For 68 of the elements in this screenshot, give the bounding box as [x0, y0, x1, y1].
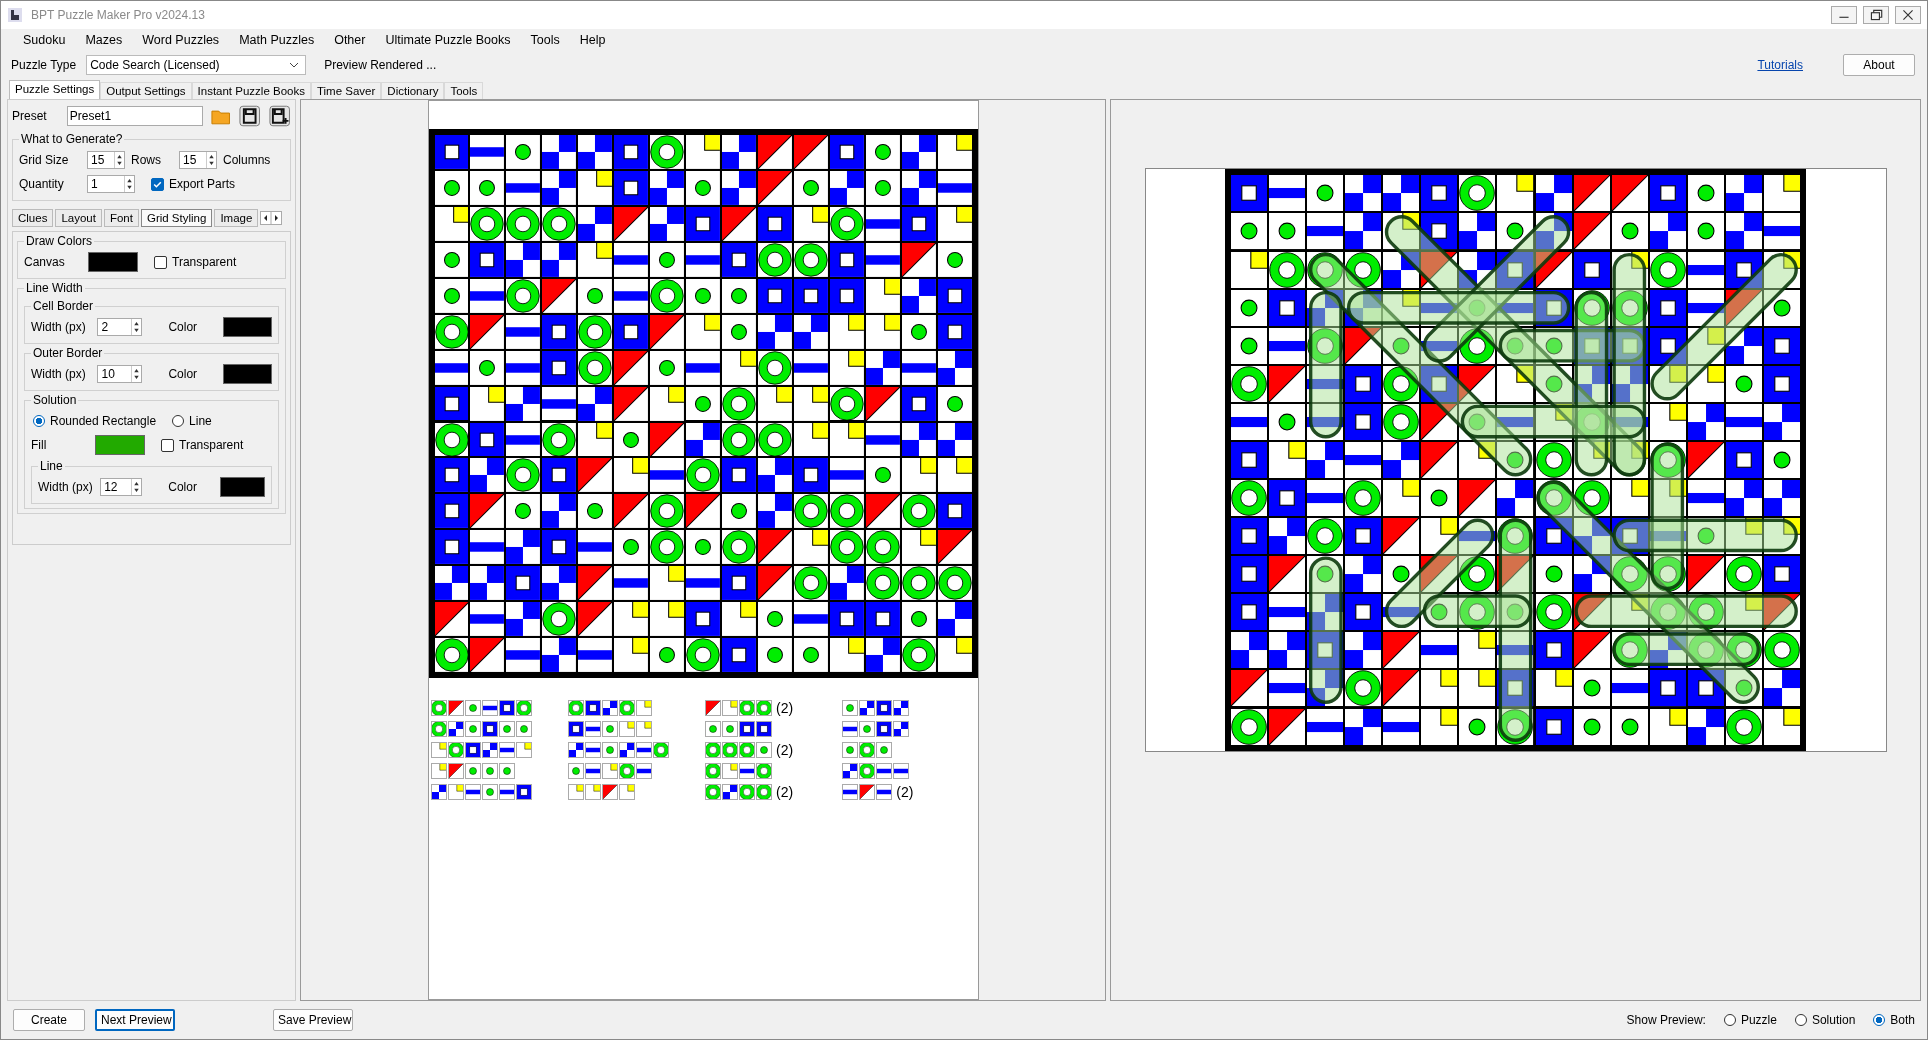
action-button[interactable]: Save Preview — [273, 1009, 353, 1031]
show-preview-radio[interactable]: Puzzle — [1723, 1013, 1777, 1027]
menu-item[interactable]: Mazes — [75, 33, 133, 47]
action-button[interactable]: Next Preview — [95, 1009, 175, 1031]
action-button[interactable]: Create — [13, 1009, 85, 1031]
tab[interactable]: Clues — [12, 209, 54, 227]
tutorials-link[interactable]: Tutorials — [1757, 58, 1803, 72]
clue-count: (2) — [776, 742, 794, 759]
export-parts-checkbox[interactable]: Export Parts — [151, 177, 236, 191]
transparent-checkbox[interactable]: Transparent — [161, 438, 244, 452]
field-label: Width (px) — [38, 480, 94, 494]
clue-count: (2) — [776, 784, 794, 801]
tab[interactable]: Puzzle Settings — [9, 80, 101, 99]
group-title: Draw Colors — [25, 234, 93, 248]
field-label: Columns — [223, 153, 271, 167]
puzzle-type-label: Puzzle Type — [11, 58, 77, 72]
menu-item[interactable]: Tools — [520, 33, 570, 47]
field-label: Rows — [131, 153, 162, 167]
tab[interactable]: Time Saver — [310, 82, 382, 99]
about-button[interactable]: About — [1843, 54, 1915, 76]
group-title: What to Generate? — [20, 132, 124, 146]
field-label: Color — [168, 480, 198, 494]
group-title: Outer Border — [32, 346, 104, 360]
menu-item[interactable]: Help — [569, 33, 616, 47]
menu-item[interactable]: Other — [324, 33, 376, 47]
show-preview-radio[interactable]: Both — [1873, 1013, 1915, 1027]
quantity-spinbox[interactable]: 1 — [87, 175, 135, 193]
transparent-checkbox[interactable]: Transparent — [154, 255, 237, 269]
width-spinbox[interactable]: 2 — [97, 318, 143, 336]
field-label: Width (px) — [31, 367, 87, 381]
preset-label: Preset — [12, 109, 48, 123]
show-preview-label: Show Preview: — [1626, 1013, 1706, 1027]
tab[interactable]: Dictionary — [381, 82, 445, 99]
clue-count: (2) — [776, 700, 794, 717]
menu-item[interactable]: Sudoku — [13, 33, 76, 47]
field-label: Color — [168, 367, 199, 381]
group-title: Solution — [32, 393, 78, 407]
field-label: Grid Size — [19, 153, 70, 167]
tab[interactable]: Font — [103, 209, 139, 227]
field-label: Fill — [31, 438, 48, 452]
tab[interactable]: Instant Puzzle Books — [191, 82, 311, 99]
tab[interactable]: Tools — [444, 82, 484, 99]
window-title: BPT Puzzle Maker Pro v2024.13 — [31, 8, 205, 22]
status-text: Preview Rendered ... — [324, 58, 437, 72]
width-spinbox[interactable]: 12 — [100, 478, 143, 496]
columns-spinbox[interactable]: 15 — [179, 151, 217, 169]
menu-item[interactable]: Math Puzzles — [229, 33, 325, 47]
preset-field[interactable]: Preset1 — [66, 106, 203, 126]
tab[interactable]: Grid Styling — [140, 209, 213, 227]
puzzle-type-dropdown[interactable]: Code Search (Licensed) — [86, 55, 307, 75]
group-title: Line Width — [25, 281, 84, 295]
show-preview-radio[interactable]: Solution — [1794, 1013, 1856, 1027]
solution-style-radio[interactable]: Line — [172, 414, 212, 428]
tab[interactable]: Image — [214, 209, 259, 227]
field-label: Width (px) — [31, 320, 87, 334]
rows-spinbox[interactable]: 15 — [87, 151, 125, 169]
group-title: Line — [39, 459, 64, 473]
menu-item[interactable]: Word Puzzles — [132, 33, 230, 47]
tab[interactable]: Layout — [55, 209, 102, 227]
menu-item[interactable]: Ultimate Puzzle Books — [375, 33, 521, 47]
field-label: Quantity — [19, 177, 65, 191]
field-label: Color — [168, 320, 199, 334]
tab[interactable]: Output Settings — [100, 82, 192, 99]
solution-style-radio[interactable]: Rounded Rectangle — [33, 414, 157, 428]
width-spinbox[interactable]: 10 — [97, 365, 143, 383]
field-label: Canvas — [24, 255, 66, 269]
clue-count: (2) — [896, 784, 914, 801]
group-title: Cell Border — [32, 299, 95, 313]
